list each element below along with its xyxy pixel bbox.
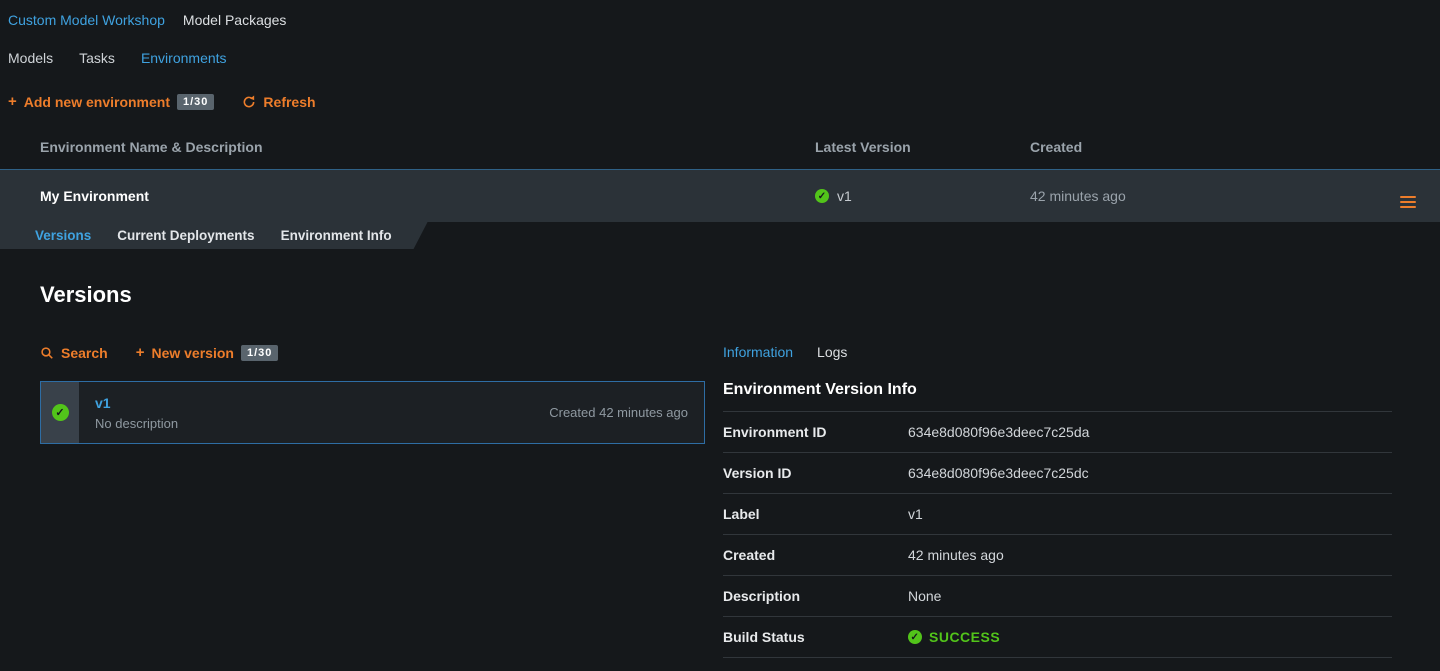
- info-tab-bar: Information Logs: [723, 344, 1392, 360]
- main-tab-bar: Models Tasks Environments: [0, 50, 1440, 66]
- build-status-badge: ✓ SUCCESS: [908, 629, 1392, 645]
- new-version-button[interactable]: + New version 1/30: [136, 344, 279, 361]
- add-new-environment-button[interactable]: + Add new environment 1/30: [8, 93, 214, 110]
- row-menu-button[interactable]: [1400, 185, 1440, 208]
- tab-information[interactable]: Information: [723, 344, 793, 360]
- version-info-panel: Information Logs Environment Version Inf…: [723, 344, 1392, 658]
- versions-panel: Versions Search + New version 1/30: [0, 282, 1440, 658]
- environment-latest-version: v1: [837, 188, 852, 204]
- plus-icon: +: [8, 93, 17, 110]
- version-label: v1: [95, 395, 178, 411]
- environment-created: 42 minutes ago: [1030, 188, 1384, 204]
- tab-models[interactable]: Models: [8, 50, 53, 66]
- info-panel-title: Environment Version Info: [723, 381, 1392, 412]
- version-card[interactable]: ✓ v1 No description Created 42 minutes a…: [40, 381, 705, 444]
- environments-table: Environment Name & Description Latest Ve…: [0, 124, 1440, 222]
- tab-environments[interactable]: Environments: [141, 50, 227, 66]
- environment-toolbar: + Add new environment 1/30 Refresh: [0, 93, 1440, 110]
- info-row-label: Label v1: [723, 494, 1392, 535]
- refresh-icon: [242, 95, 256, 109]
- tab-tasks[interactable]: Tasks: [79, 50, 115, 66]
- hamburger-menu-icon: [1400, 196, 1416, 208]
- breadcrumb-workshop-link[interactable]: Custom Model Workshop: [8, 12, 165, 28]
- environments-table-header: Environment Name & Description Latest Ve…: [0, 124, 1440, 169]
- success-check-icon: ✓: [52, 404, 69, 421]
- page-title: Versions: [40, 282, 1440, 308]
- environment-quota-badge: 1/30: [177, 94, 214, 110]
- info-row-description: Description None: [723, 576, 1392, 617]
- breadcrumb: Custom Model Workshop Model Packages: [0, 0, 1440, 28]
- version-description: No description: [95, 416, 178, 431]
- search-icon: [40, 346, 54, 360]
- column-header-name: Environment Name & Description: [0, 139, 815, 155]
- version-card-status-strip: ✓: [41, 382, 79, 443]
- tab-current-deployments[interactable]: Current Deployments: [117, 228, 254, 243]
- success-check-icon: ✓: [908, 630, 922, 644]
- tab-versions[interactable]: Versions: [35, 228, 91, 243]
- environment-name: My Environment: [0, 188, 815, 204]
- search-button[interactable]: Search: [40, 345, 108, 361]
- tab-environment-info[interactable]: Environment Info: [281, 228, 392, 243]
- success-check-icon: ✓: [815, 189, 829, 203]
- column-header-created: Created: [1030, 139, 1384, 155]
- info-row-environment-id: Environment ID 634e8d080f96e3deec7c25da: [723, 412, 1392, 453]
- plus-icon: +: [136, 344, 145, 361]
- table-row[interactable]: My Environment ✓ v1 42 minutes ago: [0, 169, 1440, 222]
- breadcrumb-current: Model Packages: [183, 12, 287, 28]
- version-created: Created 42 minutes ago: [549, 405, 688, 420]
- detail-tab-bar: Versions Current Deployments Environment…: [0, 222, 428, 249]
- version-quota-badge: 1/30: [241, 345, 278, 361]
- info-row-created: Created 42 minutes ago: [723, 535, 1392, 576]
- versions-list: Search + New version 1/30 ✓ v1 No descri…: [40, 344, 705, 658]
- info-row-build-status: Build Status ✓ SUCCESS: [723, 617, 1392, 658]
- refresh-button[interactable]: Refresh: [242, 94, 315, 110]
- info-row-version-id: Version ID 634e8d080f96e3deec7c25dc: [723, 453, 1392, 494]
- column-header-latest-version: Latest Version: [815, 139, 1030, 155]
- tab-logs[interactable]: Logs: [817, 344, 847, 360]
